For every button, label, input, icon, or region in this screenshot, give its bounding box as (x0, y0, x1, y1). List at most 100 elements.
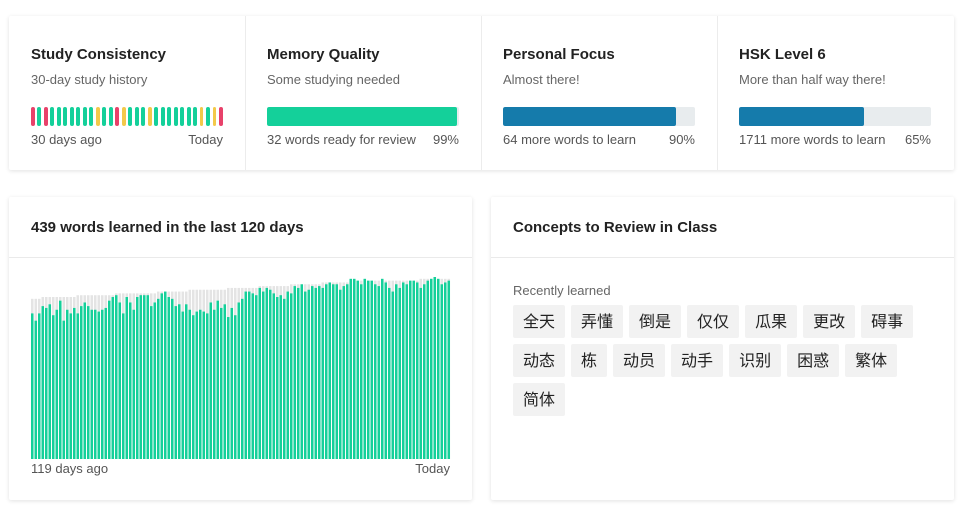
chart-bar (360, 284, 363, 459)
memory-quality-bar (267, 107, 459, 126)
chart-bar (363, 278, 367, 459)
concept-chip[interactable]: 弄懂 (571, 305, 624, 338)
streak-day-bar (147, 107, 152, 126)
chart-bar (346, 284, 349, 459)
chart-bar (118, 302, 122, 459)
chart-bar (248, 291, 251, 459)
streak-day-bar (160, 107, 165, 126)
chart-bar (157, 298, 160, 459)
chart-bar (332, 284, 335, 459)
stats-divider (481, 16, 482, 170)
chart-bar (283, 298, 286, 459)
concept-chip[interactable]: 动员 (613, 344, 666, 377)
chart-bar (115, 295, 118, 459)
streak-day-bar (63, 107, 68, 126)
concept-chip[interactable]: 栋 (571, 344, 608, 377)
chart-bar (213, 309, 216, 459)
chart-bar (325, 284, 328, 459)
chart-bar (419, 287, 423, 459)
chart-bar (342, 286, 346, 459)
streak-day-bar (128, 107, 133, 126)
chart-bar (111, 297, 115, 459)
chart-bar (381, 278, 384, 459)
chart-bar (300, 284, 304, 459)
concept-chip[interactable]: 倒是 (629, 305, 682, 338)
chart-bar (132, 309, 136, 459)
chart-bar (199, 309, 202, 459)
memory-quality-percent: 99% (432, 132, 459, 147)
chart-bar (251, 293, 255, 459)
chart-bar (255, 295, 258, 459)
chart-bar (314, 287, 318, 459)
personal-focus-bar (503, 107, 695, 126)
chart-bar (395, 284, 398, 459)
chart-bar (69, 313, 73, 459)
hsk-level-percent: 65% (904, 132, 931, 147)
streak-day-bar (95, 107, 100, 126)
study-streak-bars (31, 107, 223, 126)
chart-bar (45, 307, 48, 459)
chart-bar (97, 311, 101, 459)
streak-day-bar (43, 107, 48, 126)
chart-bar (209, 302, 213, 459)
chart-bar (262, 291, 265, 459)
chart-bar (181, 311, 185, 459)
concept-chip[interactable]: 仅仅 (687, 305, 740, 338)
chart-bar (272, 293, 276, 459)
chart-bar (258, 287, 262, 459)
chart-bar (216, 300, 220, 459)
concept-chip[interactable]: 全天 (513, 305, 566, 338)
chart-end-label: Today (415, 461, 450, 476)
hsk-level-bar (739, 107, 931, 126)
chart-bar (237, 302, 241, 459)
chart-bar (31, 313, 34, 459)
chart-bar (426, 280, 430, 459)
concept-chip[interactable]: 困惑 (787, 344, 840, 377)
concept-chip[interactable]: 动态 (513, 344, 566, 377)
chart-bar (153, 302, 157, 459)
concept-chip[interactable]: 动手 (671, 344, 724, 377)
chart-bar (174, 306, 178, 459)
streak-day-bar (69, 107, 74, 126)
concept-chip[interactable]: 繁体 (845, 344, 898, 377)
chart-bar (125, 297, 129, 459)
memory-quality-bar-fill (267, 107, 458, 126)
chart-bar (307, 289, 311, 459)
chart-bar (409, 280, 412, 459)
concept-chip[interactable]: 简体 (513, 383, 566, 416)
concept-chip[interactable]: 更改 (803, 305, 856, 338)
chart-bar (66, 309, 69, 459)
streak-day-bar (141, 107, 146, 126)
streak-day-bar (193, 107, 197, 126)
streak-day-bar (186, 107, 191, 126)
concepts-title: Concepts to Review in Class (513, 219, 718, 236)
chart-bar (164, 291, 167, 459)
streak-day-bar (212, 107, 217, 126)
streak-day-bar (206, 107, 210, 126)
hsk-level-subtitle: More than half way there! (739, 72, 886, 87)
chart-bar (83, 302, 87, 459)
chart-bar (405, 284, 409, 459)
chart-bar (227, 317, 230, 459)
words-learned-chart (31, 277, 451, 459)
chart-bar (188, 309, 192, 459)
chart-bar (104, 307, 108, 459)
chart-bar (206, 313, 209, 459)
chart-bar (370, 280, 374, 459)
concept-chip[interactable]: 碍事 (861, 305, 914, 338)
chart-bar (90, 309, 94, 459)
concept-chip[interactable]: 识别 (729, 344, 782, 377)
chart-bar (356, 280, 360, 459)
streak-day-bar (31, 107, 35, 126)
chart-start-label: 119 days ago (31, 461, 109, 476)
concept-chip-list: 全天 弄懂 倒是 仅仅 瓜果 更改 碍事动态栋动员 动手 识别 困惑 繁体简体 (513, 305, 923, 416)
streak-day-bar (154, 107, 159, 126)
chart-bar (384, 282, 388, 459)
chart-bar (38, 313, 41, 459)
concept-chip[interactable]: 瓜果 (745, 305, 798, 338)
hsk-level-title: HSK Level 6 (739, 46, 826, 63)
streak-day-bar (115, 107, 120, 126)
hsk-level-bar-fill (739, 107, 864, 126)
chart-bar (108, 300, 111, 459)
chart-bar (297, 287, 300, 459)
